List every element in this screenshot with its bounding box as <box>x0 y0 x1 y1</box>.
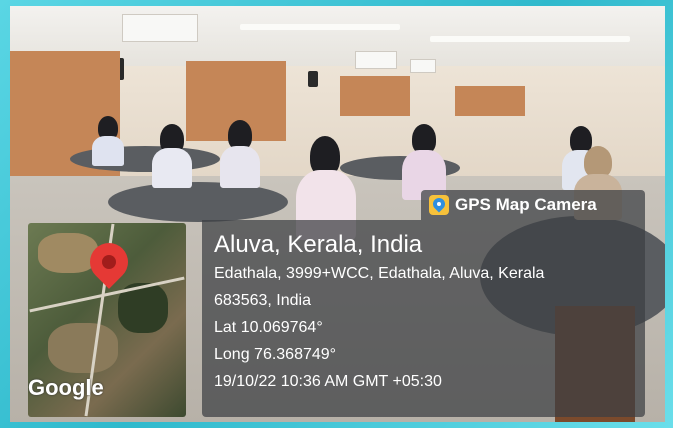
wood-panel <box>455 86 525 116</box>
timestamp: 19/10/22 10:36 AM GMT +05:30 <box>214 373 442 390</box>
gps-app-tag: GPS Map Camera <box>421 190 645 220</box>
location-title: Aluva, Kerala, India <box>214 231 423 258</box>
gps-app-name: GPS Map Camera <box>455 195 597 214</box>
wood-panel <box>340 76 410 116</box>
latitude: Lat 10.069764° <box>214 319 323 336</box>
map-terrain <box>38 233 98 273</box>
air-conditioner <box>410 59 436 73</box>
address-line-1: Edathala, 3999+WCC, Edathala, Aluva, Ker… <box>214 265 545 282</box>
map-terrain <box>48 323 118 373</box>
location-map-thumbnail: Google <box>28 223 186 417</box>
round-table <box>108 182 288 222</box>
speaker <box>308 71 318 87</box>
air-conditioner <box>122 14 198 42</box>
ceiling-light <box>430 36 630 42</box>
location-info-panel: Aluva, Kerala, India Edathala, 3999+WCC,… <box>202 220 645 417</box>
ceiling-light <box>240 24 400 30</box>
air-conditioner <box>355 51 397 69</box>
address-line-2: 683563, India <box>214 292 311 309</box>
google-logo: Google <box>28 375 104 400</box>
gps-map-camera-icon <box>429 195 449 215</box>
longitude: Long 76.368749° <box>214 346 337 363</box>
